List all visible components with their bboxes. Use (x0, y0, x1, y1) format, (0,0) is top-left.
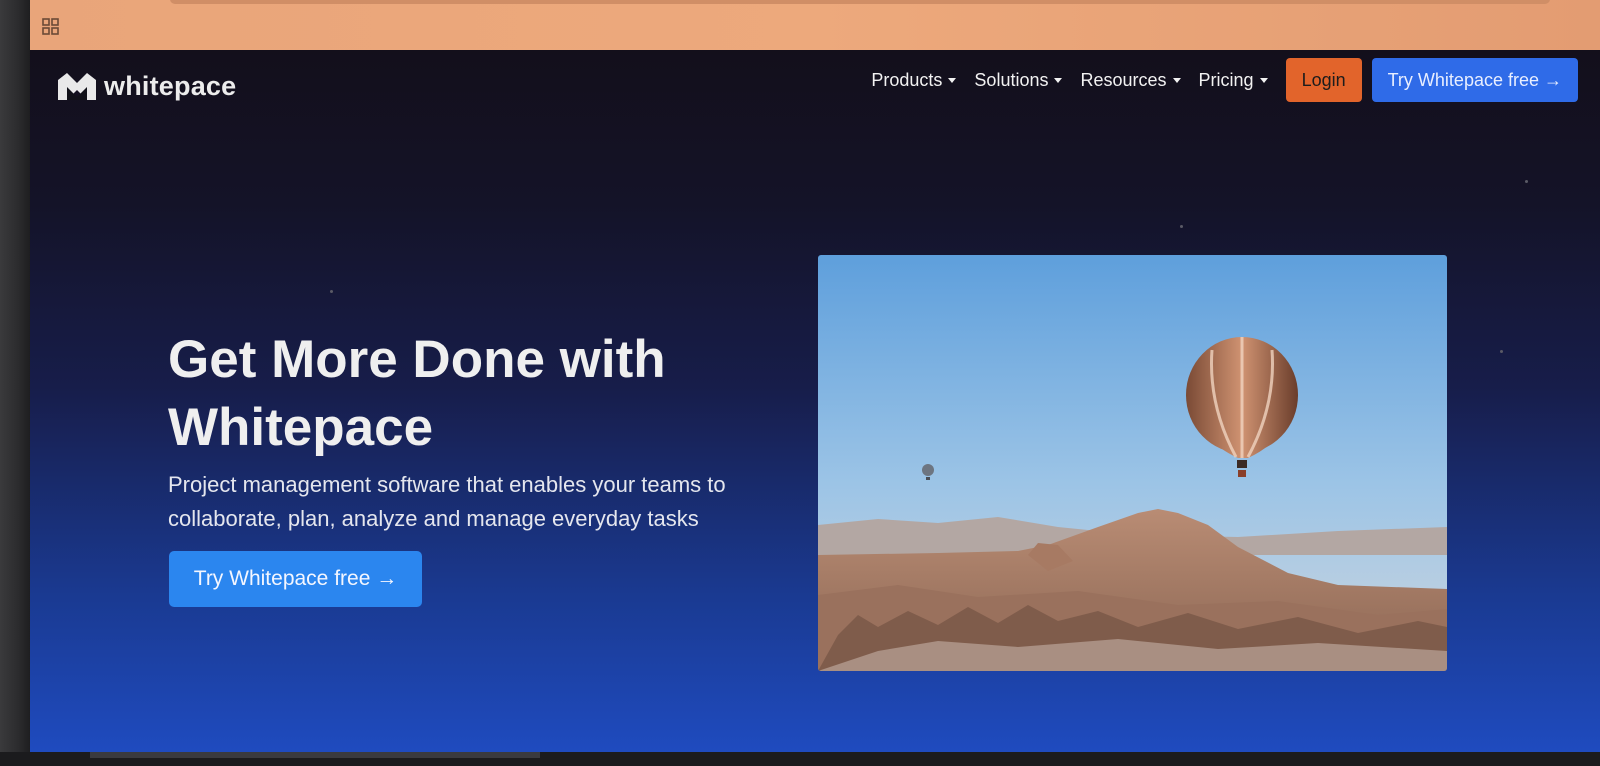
try-free-nav-button[interactable]: Try Whitepace free → (1371, 58, 1578, 102)
background-speck (1500, 350, 1503, 353)
nav-item-label: Resources (1080, 69, 1167, 90)
hero-subtitle-line1: Project management software that enables… (168, 472, 726, 497)
background-speck (1180, 225, 1183, 228)
landing-page: whitepace Products Solutions Resources P… (30, 50, 1600, 752)
taskbar-strip (90, 752, 540, 758)
nav-item-products[interactable]: Products (871, 69, 957, 91)
hero-subtitle: Project management software that enables… (168, 468, 768, 536)
login-button[interactable]: Login (1285, 58, 1362, 102)
nav-item-solutions[interactable]: Solutions (974, 69, 1063, 91)
main-nav: Products Solutions Resources Pricing Log… (871, 58, 1578, 102)
nav-item-label: Pricing (1198, 69, 1254, 90)
hot-air-balloon-photo (818, 255, 1447, 671)
caret-down-icon (948, 77, 957, 83)
hero-title-line2: Whitepace (168, 398, 434, 457)
logo-text: whitepace (104, 70, 237, 101)
address-bar[interactable] (170, 0, 1550, 4)
apps-grid-icon[interactable] (42, 18, 60, 36)
site-logo[interactable]: whitepace (58, 70, 236, 102)
nav-item-pricing[interactable]: Pricing (1199, 70, 1268, 91)
monitor-bezel-left (0, 0, 30, 766)
hero-image (818, 255, 1447, 671)
whitepace-logo-icon (58, 73, 96, 100)
background-speck (1525, 180, 1528, 183)
browser-toolbar (30, 0, 1600, 50)
nav-item-label: Solutions (974, 69, 1049, 90)
caret-down-icon (1054, 77, 1063, 83)
background-speck (330, 290, 333, 293)
hero-title: Get More Done with Whitepace (168, 326, 788, 462)
hero-subtitle-line2: collaborate, plan, analyze and manage ev… (168, 506, 699, 531)
nav-item-resources[interactable]: Resources (1080, 69, 1181, 91)
browser-screen: whitepace Products Solutions Resources P… (30, 0, 1600, 752)
hero-title-line1: Get More Done with (168, 330, 666, 389)
nav-item-label: Products (871, 69, 943, 90)
try-free-hero-button[interactable]: Try Whitepace free → (169, 551, 422, 607)
caret-down-icon (1259, 77, 1268, 83)
caret-down-icon (1172, 77, 1181, 83)
